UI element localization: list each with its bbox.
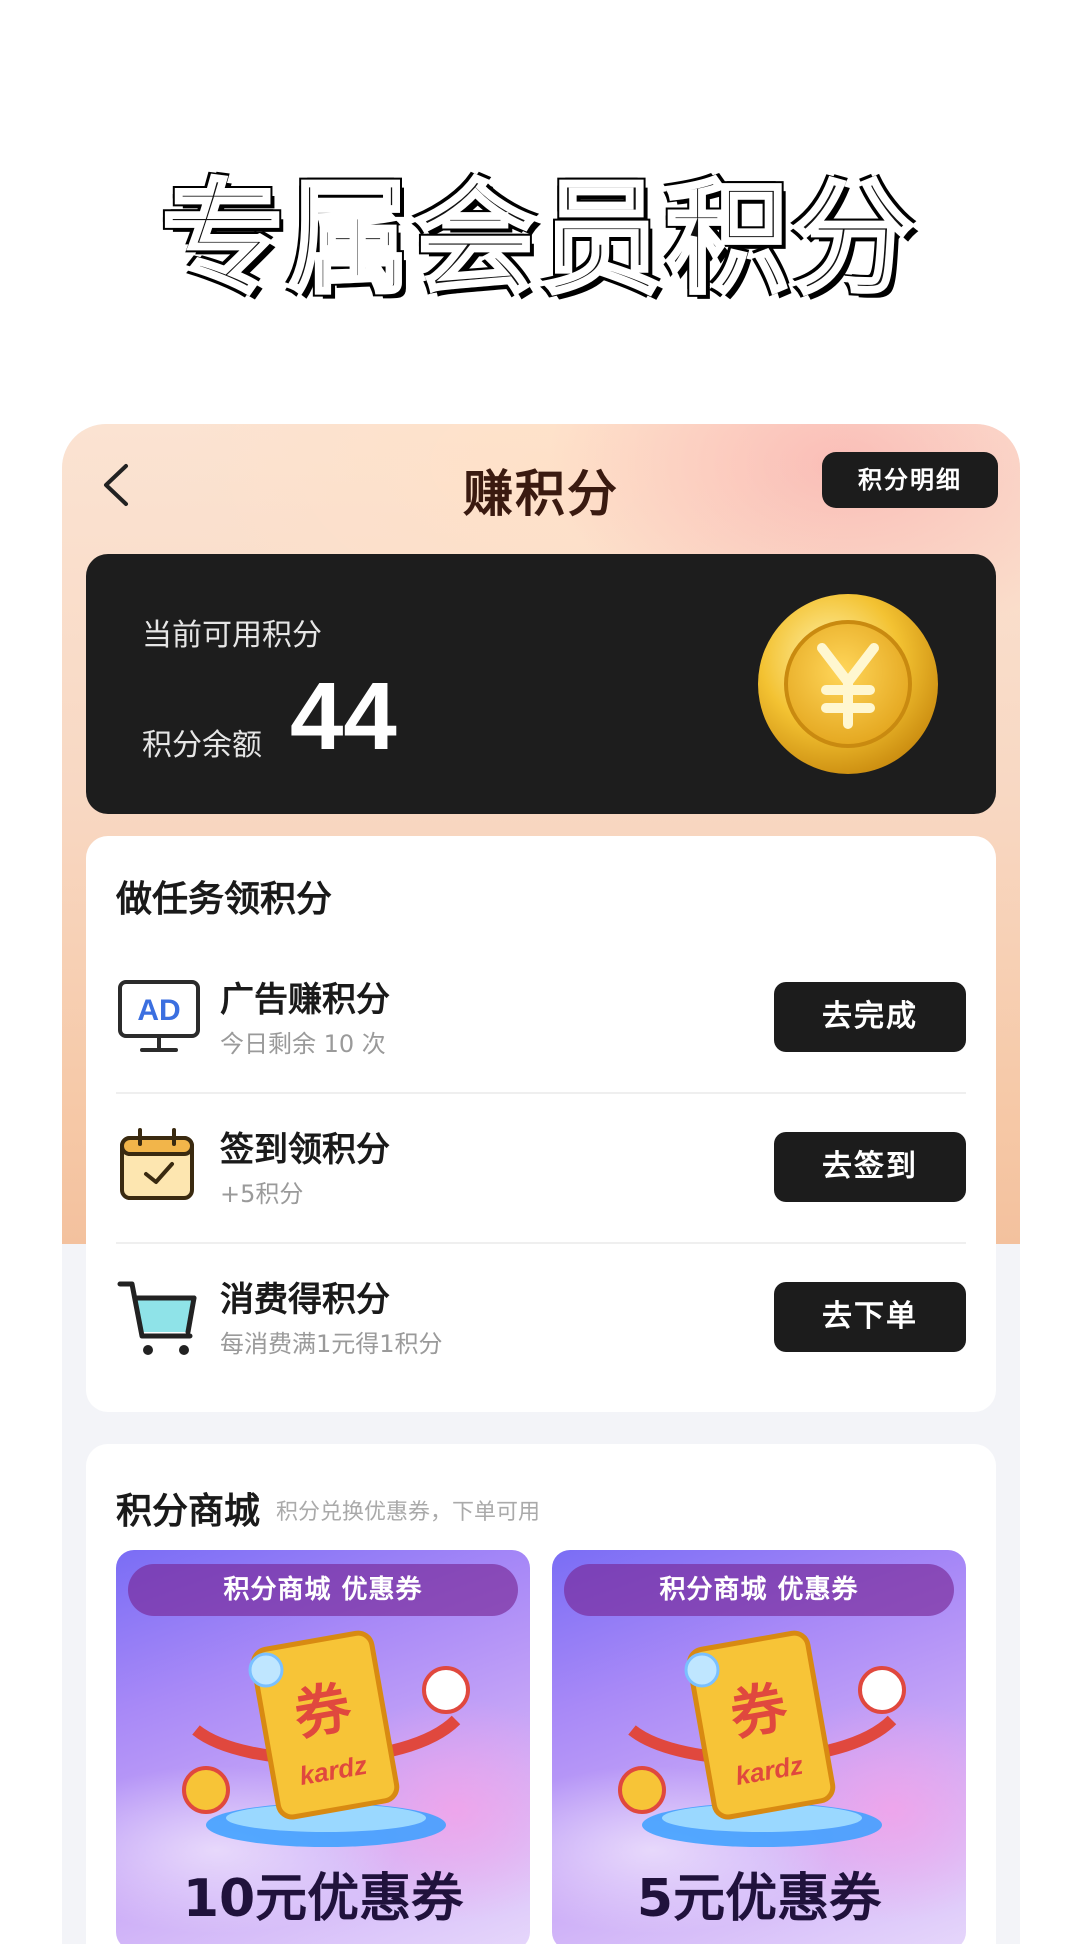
hero-title: 专属会员积分 — [160, 166, 918, 312]
phone-screen: 赚积分 积分明细 当前可用积分 积分余额 44 做任务领积分 AD 广告赚积分 … — [62, 424, 1020, 1944]
mall-title: 积分商城 — [116, 1491, 261, 1532]
svg-text:AD: AD — [137, 994, 180, 1027]
coupon-card-5[interactable]: 积分商城 优惠券 券 kardz 5元优惠券 — [552, 1550, 966, 1944]
coupon-card-10[interactable]: 积分商城 优惠券 券 kardz 10元优惠券 — [116, 1550, 530, 1944]
task-subtitle: 每消费满1元得1积分 — [220, 1330, 443, 1358]
balance-value: 44 — [290, 663, 397, 770]
available-points-label: 当前可用积分 — [142, 618, 322, 653]
task-name: 消费得积分 — [220, 1280, 390, 1320]
task-subtitle: 今日剩余 10 次 — [220, 1030, 386, 1058]
tasks-card: 做任务领积分 AD 广告赚积分 今日剩余 10 次 去完成 签到领积分 +5积分 — [86, 836, 996, 1412]
coupon-tag: 积分商城 优惠券 — [564, 1564, 954, 1616]
task-name: 广告赚积分 — [220, 980, 390, 1020]
balance-label: 积分余额 — [142, 728, 262, 763]
points-mall-card: 积分商城 积分兑换优惠券，下单可用 积分商城 优惠券 券 kardz 10元优惠… — [86, 1444, 996, 1944]
go-checkin-button[interactable]: 去签到 — [774, 1132, 966, 1202]
coupon-tag: 积分商城 优惠券 — [128, 1564, 518, 1616]
go-order-button[interactable]: 去下单 — [774, 1282, 966, 1352]
go-complete-button[interactable]: 去完成 — [774, 982, 966, 1052]
gold-coin-icon — [758, 594, 938, 774]
task-row-ad: AD 广告赚积分 今日剩余 10 次 去完成 — [116, 942, 966, 1094]
shopping-cart-icon — [117, 1281, 197, 1355]
points-detail-button[interactable]: 积分明细 — [822, 452, 998, 508]
task-row-purchase: 消费得积分 每消费满1元得1积分 去下单 — [116, 1242, 966, 1392]
task-subtitle: +5积分 — [220, 1180, 304, 1208]
coupon-ticket-icon: 券 kardz — [618, 1630, 906, 1847]
task-row-checkin: 签到领积分 +5积分 去签到 — [116, 1092, 966, 1244]
points-card: 当前可用积分 积分余额 44 — [86, 554, 996, 814]
mall-subtitle: 积分兑换优惠券，下单可用 — [276, 1500, 541, 1525]
coupon-ticket-icon: 券 kardz — [182, 1630, 470, 1847]
tasks-title: 做任务领积分 — [116, 879, 333, 920]
calendar-check-icon — [120, 1128, 194, 1200]
task-name: 签到领积分 — [220, 1130, 390, 1170]
ad-monitor-icon: AD — [118, 980, 200, 1052]
